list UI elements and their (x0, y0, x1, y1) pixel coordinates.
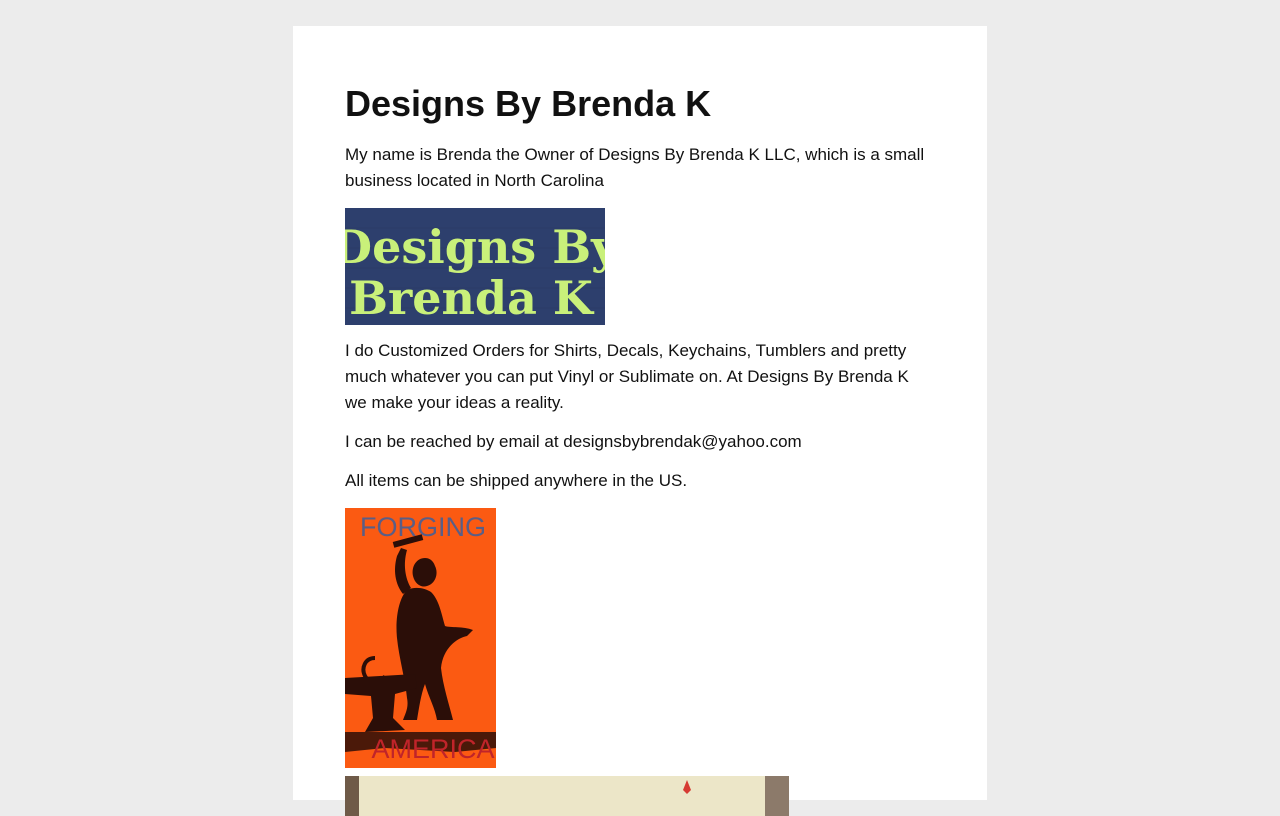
shipping-paragraph: All items can be shipped anywhere in the… (345, 471, 688, 490)
logo-line2: Brenda K (349, 271, 595, 325)
page-card: Designs By Brenda K My name is Brenda th… (293, 26, 987, 816)
forging-america-image: FORGING AMERICA (345, 508, 496, 768)
forging-bottom-text: AMERICA (371, 734, 494, 764)
services-paragraph: I do Customized Orders for Shirts, Decal… (345, 341, 909, 412)
logo-line1: Designs By (345, 220, 605, 274)
product-photo-image (345, 776, 789, 816)
logo-image: Designs By Brenda K (345, 208, 605, 325)
intro-paragraph: My name is Brenda the Owner of Designs B… (345, 145, 925, 190)
contact-paragraph: I can be reached by email at designsbybr… (345, 432, 802, 451)
page-title: Designs By Brenda K (345, 83, 712, 124)
forging-top-text: FORGING (360, 512, 486, 542)
